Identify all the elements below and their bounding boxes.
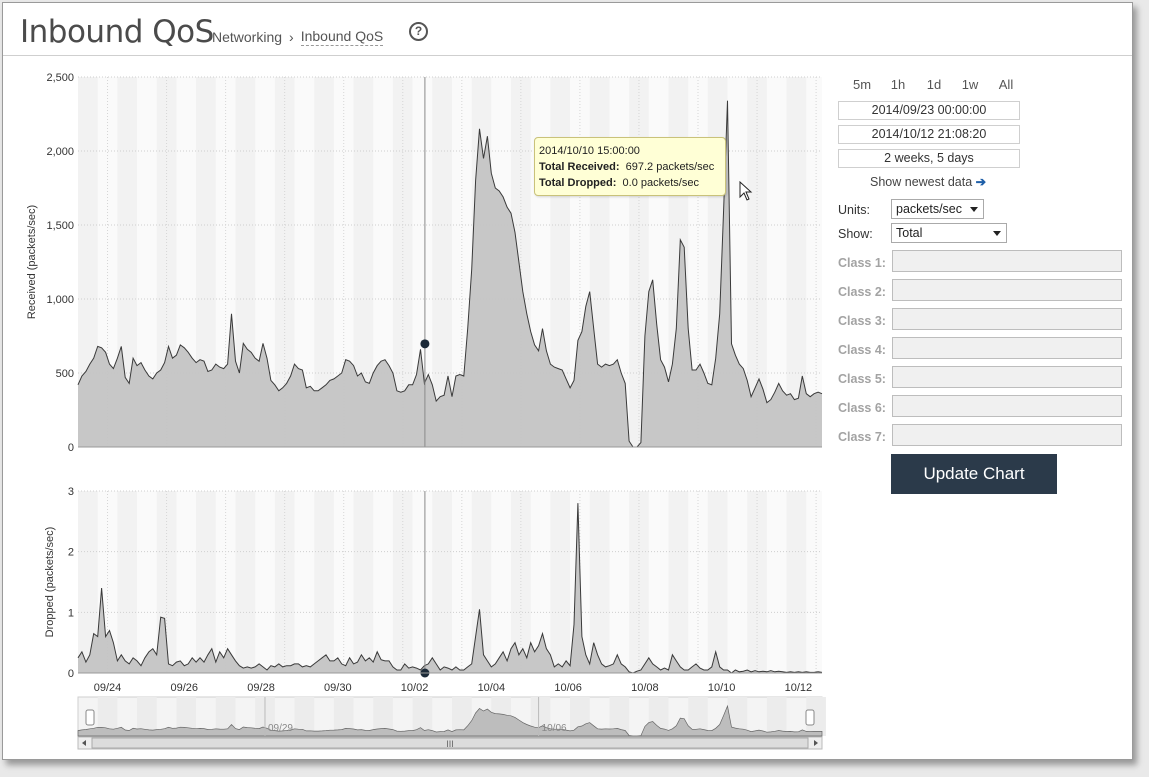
x-tick-label: 10/06: [554, 682, 582, 694]
class-4-label: Class 4:: [838, 343, 886, 357]
y-tick-label: 0: [68, 668, 74, 680]
range-all[interactable]: All: [988, 77, 1024, 92]
tooltip-dropped-label: Total Dropped:: [539, 177, 616, 189]
time-band: [708, 491, 728, 673]
x-tick-label: 09/28: [247, 682, 275, 694]
x-tick-label: 10/04: [478, 682, 506, 694]
tooltip-received: Total Received: 697.2 packets/sec: [539, 159, 721, 175]
mouse-pointer-icon: [739, 181, 753, 203]
x-tick-label: 10/10: [708, 682, 736, 694]
charts-area[interactable]: 0 500 1,000 1,500 2,000 2,500 Received (packet…: [3, 3, 833, 760]
tooltip-time: 2014/10/10 15:00:00: [539, 143, 721, 159]
class-3-label: Class 3:: [838, 314, 886, 328]
class-1-field[interactable]: [892, 250, 1122, 272]
x-tick-label: 09/30: [324, 682, 352, 694]
chevron-down-icon: [970, 207, 978, 212]
y-tick-label: 2: [68, 547, 74, 559]
range-1d[interactable]: 1d: [916, 77, 952, 92]
hover-marker: [420, 339, 429, 348]
start-date-field[interactable]: 2014/09/23 00:00:00: [838, 101, 1020, 120]
navigator-label: 10/06: [542, 723, 567, 734]
show-value: Total: [896, 226, 922, 240]
x-tick-label: 09/26: [171, 682, 199, 694]
y-axis-label: Dropped (packets/sec): [44, 527, 56, 638]
navigator-left-handle[interactable]: [86, 710, 94, 725]
navigator-label: 09/29: [268, 723, 293, 734]
show-select[interactable]: Total: [891, 223, 1007, 243]
units-label: Units:: [838, 203, 870, 217]
scrollbar-grip-icon: III: [446, 739, 454, 749]
tooltip-dropped-value: 0.0 packets/sec: [623, 177, 699, 189]
class-7-field[interactable]: [892, 424, 1122, 446]
arrow-right-icon: ➔: [976, 175, 986, 189]
x-tick-label: 10/02: [401, 682, 429, 694]
range-1h[interactable]: 1h: [880, 77, 916, 92]
class-6-label: Class 6:: [838, 401, 886, 415]
x-tick-label: 09/24: [94, 682, 122, 694]
range-5m[interactable]: 5m: [844, 77, 880, 92]
class-3-field[interactable]: [892, 308, 1122, 330]
y-tick-label: 500: [56, 368, 74, 380]
class-2-label: Class 2:: [838, 285, 886, 299]
units-select[interactable]: packets/sec: [891, 199, 984, 219]
x-tick-label: 10/08: [631, 682, 659, 694]
tooltip-dropped: Total Dropped: 0.0 packets/sec: [539, 175, 721, 191]
show-newest-link[interactable]: Show newest data ➔: [870, 174, 986, 189]
range-1w[interactable]: 1w: [952, 77, 988, 92]
time-band: [314, 491, 334, 673]
time-band: [117, 491, 137, 673]
class-6-field[interactable]: [892, 395, 1122, 417]
time-band: [235, 491, 255, 673]
class-4-field[interactable]: [892, 337, 1122, 359]
time-band: [196, 491, 216, 673]
time-band: [787, 491, 807, 673]
time-band: [432, 491, 452, 673]
y-tick-label: 2,500: [46, 72, 74, 84]
class-1-label: Class 1:: [838, 256, 886, 270]
show-newest-label: Show newest data: [870, 175, 972, 189]
x-tick-label: 10/12: [785, 682, 813, 694]
duration-field[interactable]: 2 weeks, 5 days: [838, 149, 1020, 168]
navigator-band: [767, 697, 787, 736]
end-date-field[interactable]: 2014/10/12 21:08:20: [838, 125, 1020, 144]
tooltip-received-label: Total Received:: [539, 161, 620, 173]
y-tick-label: 1: [68, 607, 74, 619]
chevron-down-icon: [993, 231, 1001, 236]
inbound-qos-window: Inbound QoS Networking › Inbound QoS ? 0…: [2, 2, 1133, 760]
class-2-field[interactable]: [892, 279, 1122, 301]
units-value: packets/sec: [896, 202, 962, 216]
class-7-label: Class 7:: [838, 430, 886, 444]
navigator-right-handle[interactable]: [806, 710, 814, 725]
time-band: [354, 491, 374, 673]
y-tick-label: 3: [68, 486, 74, 498]
y-tick-label: 1,000: [46, 294, 74, 306]
chart-tooltip: 2014/10/10 15:00:00 Total Received: 697.…: [534, 137, 726, 196]
update-chart-button[interactable]: Update Chart: [891, 454, 1057, 494]
class-5-label: Class 5:: [838, 372, 886, 386]
y-axis-label: Received (packets/sec): [26, 205, 38, 319]
show-label: Show:: [838, 227, 873, 241]
y-tick-label: 0: [68, 442, 74, 454]
time-band: [550, 491, 570, 673]
time-range-selector: 5m 1h 1d 1w All: [844, 77, 1024, 92]
class-5-field[interactable]: [892, 366, 1122, 388]
y-tick-label: 2,000: [46, 146, 74, 158]
y-tick-label: 1,500: [46, 220, 74, 232]
tooltip-received-value: 697.2 packets/sec: [626, 161, 715, 173]
time-band: [668, 491, 688, 673]
